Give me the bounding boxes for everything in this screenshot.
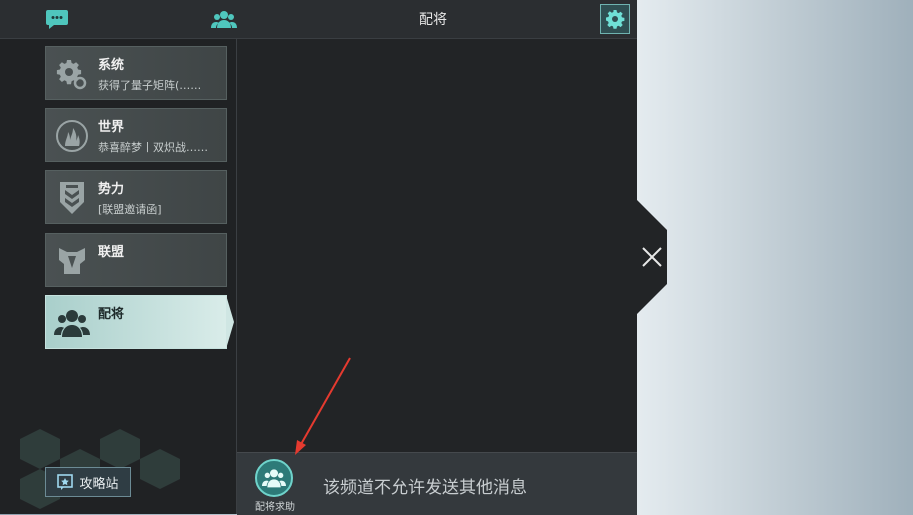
chat-bubble-icon[interactable]	[44, 6, 70, 32]
close-button[interactable]	[637, 200, 667, 314]
channel-item-alliance[interactable]: 联盟	[45, 233, 227, 287]
channel-name: 配将	[98, 307, 125, 322]
guide-button[interactable]: 攻略站	[45, 467, 131, 497]
input-bar: 配将求助 该频道不允许发送其他消息	[237, 452, 637, 515]
channel-item-world[interactable]: 世界 恭喜醉梦丨双炽战……	[45, 108, 227, 162]
gear-icon	[606, 10, 625, 29]
channel-item-teaming[interactable]: 配将	[45, 295, 227, 349]
flame-icon	[52, 116, 92, 156]
team-help-icon	[262, 469, 286, 488]
channel-item-faction[interactable]: 势力 [联盟邀请函]	[45, 170, 227, 224]
top-bar: 配将	[0, 0, 637, 39]
team-help-label: 配将求助	[255, 502, 295, 513]
team-help-button[interactable]	[255, 459, 293, 497]
channel-notice: 该频道不允许发送其他消息	[323, 478, 527, 498]
team-icon	[52, 303, 92, 343]
page-title: 配将	[419, 12, 447, 28]
channel-preview: 获得了量子矩阵(……	[98, 79, 202, 92]
guide-book-icon	[57, 474, 74, 490]
alliance-icon	[52, 241, 92, 281]
settings-button[interactable]	[600, 4, 630, 34]
channel-item-system[interactable]: 系统 获得了量子矩阵(……	[45, 46, 227, 100]
channel-preview: 恭喜醉梦丨双炽战……	[98, 141, 208, 154]
shield-chevron-icon	[52, 178, 92, 218]
channel-name: 系统	[98, 58, 125, 73]
chat-panel: 配将 系统 获得了量子矩阵(…… 世界 恭喜醉梦丨双炽战…… 势力 [联盟邀请函…	[0, 0, 637, 515]
active-tab-pointer	[226, 295, 234, 349]
friends-icon[interactable]	[211, 6, 237, 32]
channel-name: 世界	[98, 120, 125, 135]
gears-icon	[52, 54, 92, 94]
guide-button-label: 攻略站	[79, 476, 119, 492]
channel-name: 势力	[98, 182, 125, 197]
channel-name: 联盟	[98, 245, 125, 260]
channel-preview: [联盟邀请函]	[98, 203, 162, 216]
